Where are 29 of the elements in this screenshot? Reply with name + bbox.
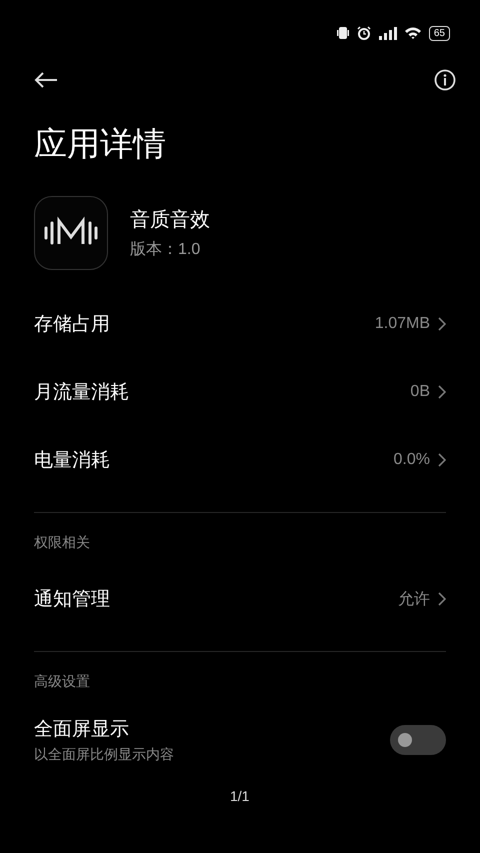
vibrate-icon [336,26,349,40]
page-indicator: 1/1 [230,788,250,804]
app-version: 版本：1.0 [130,240,202,260]
chevron-icon [438,317,446,331]
info-icon[interactable] [434,69,456,91]
alarm-icon [356,26,371,40]
back-arrow-icon[interactable] [34,71,58,89]
chevron-icon [438,453,446,467]
app-icon [34,196,108,270]
app-name: 音质音效 [130,208,210,233]
wifi-icon [404,27,421,39]
toggle-switch[interactable] [390,725,446,755]
battery-level: 65 [428,26,450,40]
settings-item[interactable]: 通知管理 允许 [0,565,480,633]
item-label: 全面屏显示 [34,718,130,742]
section-header: 高级设置 [33,672,91,691]
chevron-icon [438,385,446,399]
item-value: 0B [410,383,430,401]
item-value: 1.07MB [374,315,430,333]
settings-item[interactable]: 电量消耗 0.0% [0,426,480,494]
item-description: 以全面屏比例显示内容 [34,746,174,764]
section-header: 权限相关 [33,533,91,552]
chevron-icon [438,592,446,606]
signal-icon [378,26,397,40]
settings-item[interactable]: 存储占用 1.07MB [0,290,480,358]
page-title: 应用详情 [34,124,167,164]
item-value: 允许 [398,590,430,610]
item-value: 0.0% [394,451,430,469]
settings-item[interactable]: 月流量消耗 0B [0,358,480,426]
